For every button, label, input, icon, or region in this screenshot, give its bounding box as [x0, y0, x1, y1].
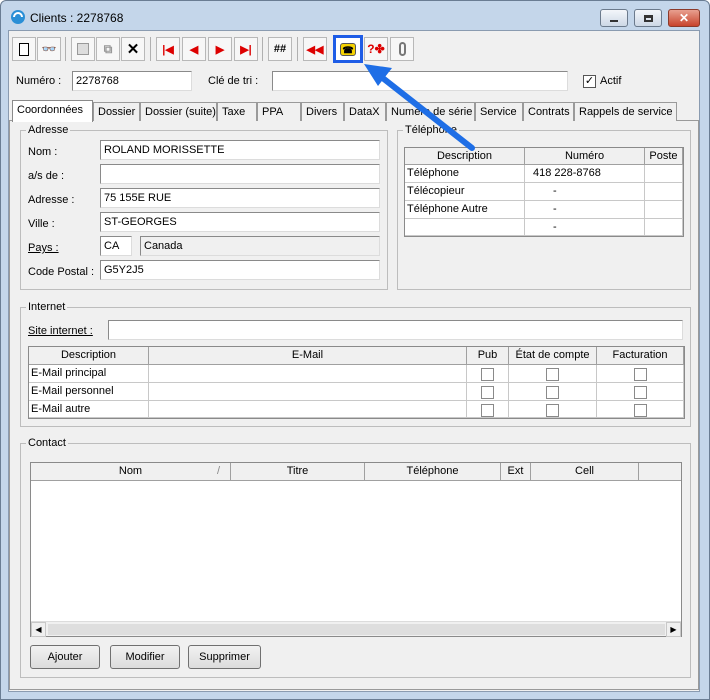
annotation-arrow — [364, 64, 475, 151]
